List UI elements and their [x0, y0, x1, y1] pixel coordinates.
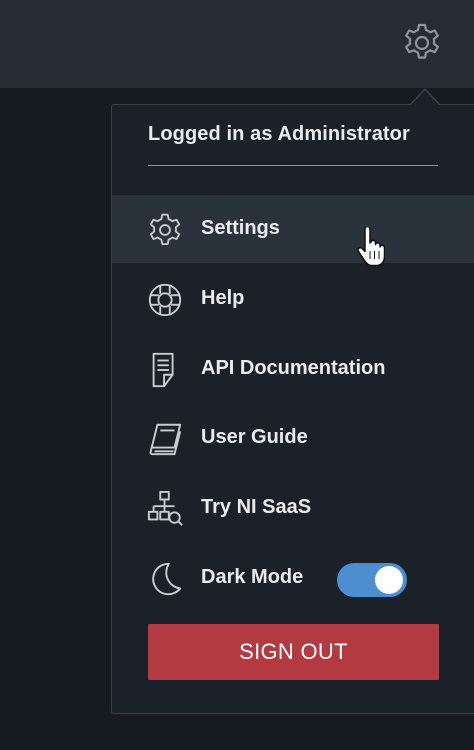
top-bar	[0, 0, 474, 88]
menu-item-dark-mode: Dark Mode	[112, 544, 474, 612]
dark-mode-toggle[interactable]	[337, 563, 407, 597]
menu-item-settings[interactable]: Settings	[112, 195, 474, 263]
menu-item-label: User Guide	[201, 426, 308, 448]
menu-item-help[interactable]: Help	[112, 265, 474, 333]
menu-item-try-ni-saas[interactable]: Try NI SaaS	[112, 474, 474, 542]
settings-gear-button[interactable]	[399, 20, 445, 66]
logged-in-label: Logged in as Administrator	[148, 123, 410, 145]
user-menu-dropdown: Logged in as Administrator Settings Help…	[111, 104, 474, 714]
menu-divider	[148, 165, 438, 166]
lifebuoy-icon	[146, 281, 184, 319]
hand-pointer-cursor-icon	[357, 227, 385, 267]
menu-item-label: Dark Mode	[201, 566, 304, 588]
book-icon	[146, 420, 184, 458]
menu-caret	[411, 90, 439, 105]
menu-item-user-guide[interactable]: User Guide	[112, 404, 474, 472]
menu-item-label: Settings	[201, 217, 280, 239]
moon-icon	[146, 560, 184, 598]
menu-item-label: API Documentation	[201, 357, 386, 379]
gear-icon	[146, 211, 184, 249]
sign-out-button[interactable]: SIGN OUT	[148, 624, 439, 680]
menu-item-label: Try NI SaaS	[201, 496, 312, 518]
gear-icon	[405, 23, 439, 59]
menu-item-api-documentation[interactable]: API Documentation	[112, 335, 474, 403]
menu-item-label: Help	[201, 287, 245, 309]
toggle-knob	[375, 566, 403, 594]
document-icon	[146, 351, 184, 389]
network-search-icon	[146, 490, 184, 528]
